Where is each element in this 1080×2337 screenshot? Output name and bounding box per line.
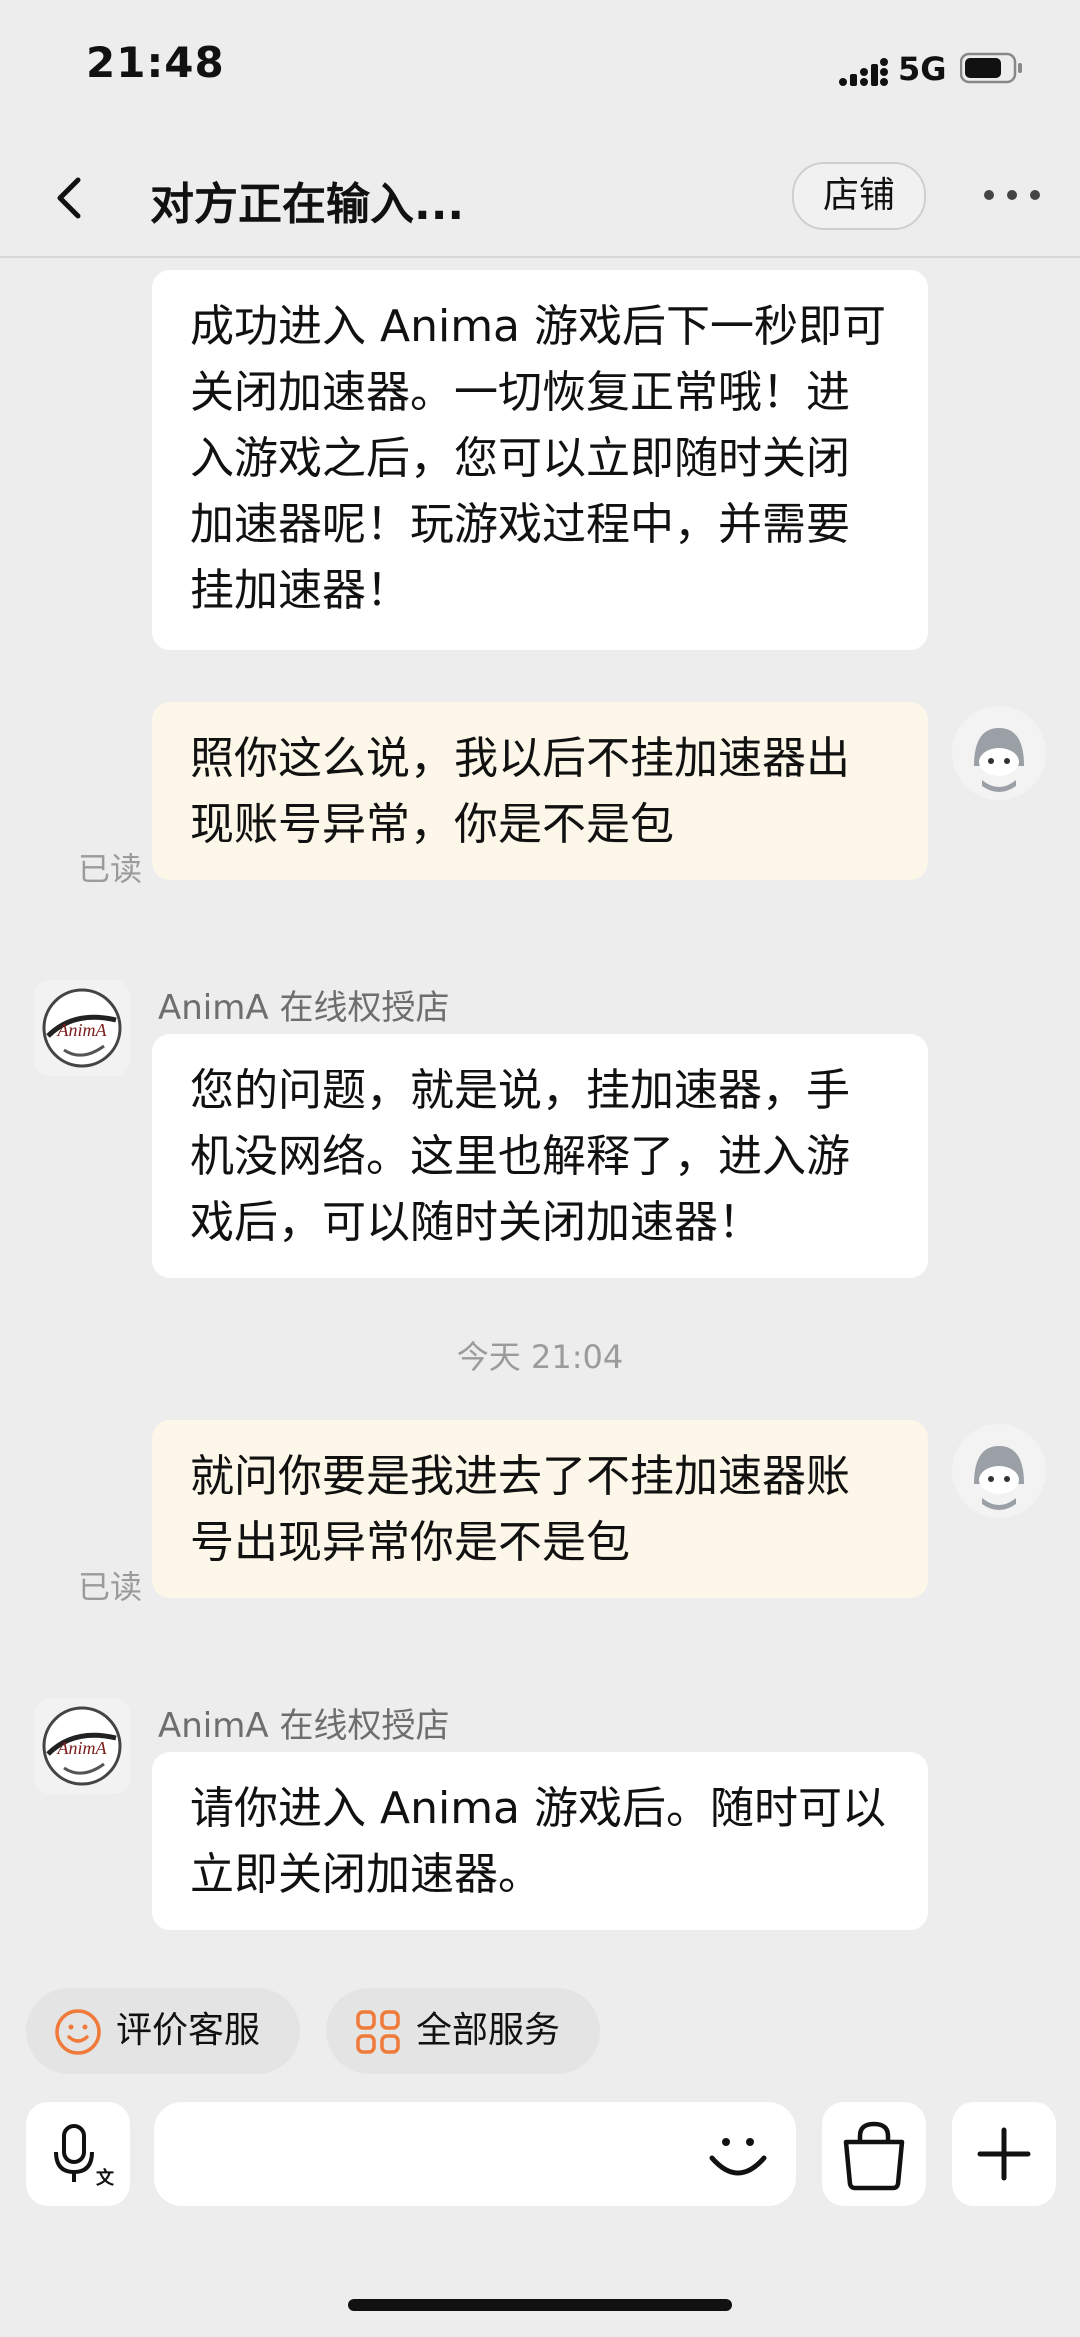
status-bar: 21:48 5G <box>0 0 1080 140</box>
svg-text:AnimA: AnimA <box>57 1738 108 1758</box>
shopping-bag-button[interactable] <box>822 2102 926 2206</box>
chat-header: 对方正在输入... 店铺 <box>0 140 1080 258</box>
back-arrow-icon[interactable] <box>44 168 96 228</box>
all-services-chip[interactable]: 全部服务 <box>326 1988 600 2074</box>
read-status: 已读 <box>78 1568 143 1606</box>
message-bubble-incoming: 请你进入 Anima 游戏后。随时可以立即关闭加速器。 <box>152 1752 928 1930</box>
shop-logo-icon: AnimA <box>42 988 122 1068</box>
smile-icon <box>55 2009 101 2055</box>
emoji-icon[interactable] <box>700 2118 776 2194</box>
shopping-bag-icon <box>843 2121 905 2191</box>
svg-text:文: 文 <box>96 2167 115 2189</box>
sender-name: AnimA 在线权授店 <box>158 1706 450 1746</box>
read-status: 已读 <box>78 850 143 888</box>
message-text: 成功进入 Anima 游戏后下一秒即可关闭加速器。一切恢复正常哦！进入游戏之后，… <box>190 301 887 616</box>
microphone-icon: 文 <box>54 2124 115 2189</box>
rate-service-chip[interactable]: 评价客服 <box>26 1988 300 2074</box>
sender-name: AnimA 在线权授店 <box>158 988 450 1028</box>
input-bar: 文 <box>0 2090 1080 2230</box>
more-actions-button[interactable] <box>952 2102 1056 2206</box>
voice-input-button[interactable]: 文 <box>26 2102 130 2206</box>
grid-icon <box>356 2010 400 2054</box>
status-time: 21:48 <box>86 38 225 87</box>
user-avatar-icon <box>953 1425 1045 1517</box>
message-bubble-outgoing: 照你这么说，我以后不挂加速器出现账号异常，你是不是包 <box>152 702 928 880</box>
shop-avatar[interactable]: AnimA <box>34 980 130 1076</box>
shop-logo-icon: AnimA <box>42 1706 122 1786</box>
signal-icon <box>839 58 888 86</box>
message-bubble-outgoing: 就问你要是我进去了不挂加速器账号出现异常你是不是包 <box>152 1420 928 1598</box>
chat-title: 对方正在输入... <box>150 179 465 230</box>
chip-label: 全部服务 <box>416 2010 561 2051</box>
plus-icon <box>977 2127 1031 2181</box>
user-avatar-icon <box>953 707 1045 799</box>
user-avatar[interactable] <box>952 1424 1046 1518</box>
shop-avatar[interactable]: AnimA <box>34 1698 130 1794</box>
message-text: 就问你要是我进去了不挂加速器账号出现异常你是不是包 <box>190 1451 850 1568</box>
message-bubble-incoming: 您的问题，就是说，挂加速器，手机没网络。这里也解释了，进入游戏后，可以随时关闭加… <box>152 1034 928 1278</box>
more-options-icon[interactable] <box>980 170 1044 220</box>
chip-label: 评价客服 <box>116 2010 261 2051</box>
battery-icon <box>960 52 1022 84</box>
message-bubble-incoming: 成功进入 Anima 游戏后下一秒即可关闭加速器。一切恢复正常哦！进入游戏之后，… <box>152 270 928 650</box>
home-indicator[interactable] <box>348 2299 732 2311</box>
message-text: 您的问题，就是说，挂加速器，手机没网络。这里也解释了，进入游戏后，可以随时关闭加… <box>190 1065 850 1248</box>
svg-text:AnimA: AnimA <box>57 1020 108 1040</box>
user-avatar[interactable] <box>952 706 1046 800</box>
time-divider: 今天 21:04 <box>456 1338 624 1376</box>
message-text: 照你这么说，我以后不挂加速器出现账号异常，你是不是包 <box>190 733 850 850</box>
network-type: 5G <box>898 50 947 88</box>
message-text: 请你进入 Anima 游戏后。随时可以立即关闭加速器。 <box>190 1783 887 1900</box>
shop-button[interactable]: 店铺 <box>792 162 926 230</box>
